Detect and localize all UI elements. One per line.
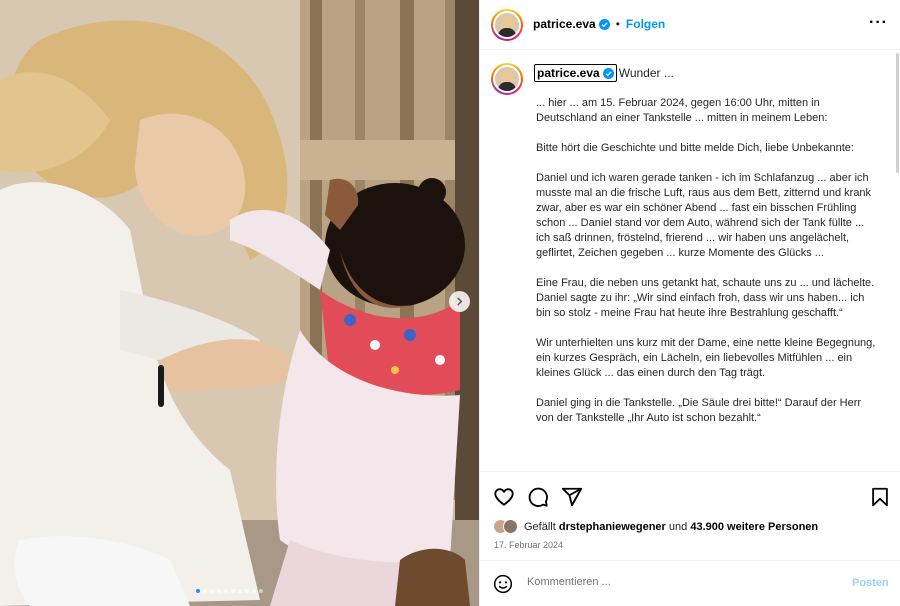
chevron-right-icon: [457, 297, 463, 306]
verified-icon: [598, 18, 610, 30]
liker-avatar: [503, 519, 518, 534]
share-icon[interactable]: [561, 486, 583, 508]
caption-scrollbar[interactable]: [896, 53, 899, 173]
carousel-dot: [224, 589, 228, 593]
caption-paragraph: Daniel und ich waren gerade tanken - ich…: [536, 172, 872, 259]
caption-paragraph: ... hier ... am 15. Februar 2024, gegen …: [536, 97, 828, 124]
likes-count[interactable]: 43.900 weitere Personen: [690, 521, 818, 533]
author-info: patrice.eva • Folgen: [533, 17, 665, 31]
caption-paragraph: Wir unterhielten uns kurz mit der Dame, …: [536, 337, 876, 379]
carousel-dot: [231, 589, 235, 593]
likes-middle: und: [668, 520, 688, 533]
carousel-dot: [252, 589, 256, 593]
caption-paragraph: Bitte hört die Geschichte und bitte meld…: [536, 142, 854, 154]
carousel-dot: [210, 589, 214, 593]
bookmark-icon[interactable]: [869, 486, 891, 508]
heart-icon[interactable]: [493, 486, 515, 508]
caption-header: patrice.eva Wunder ...: [534, 64, 674, 82]
post-comment-button[interactable]: Posten: [852, 577, 889, 589]
likes-summary[interactable]: Gefällt drstephaniewegener und 43.900 we…: [493, 519, 818, 534]
caption-author-username: patrice.eva: [537, 66, 600, 80]
caption-paragraph: Daniel ging in die Tankstelle. „Die Säul…: [536, 397, 862, 424]
post-header: patrice.eva • Folgen ···: [480, 0, 900, 50]
carousel-dot: [259, 589, 263, 593]
emoji-icon[interactable]: [493, 574, 513, 594]
carousel-dot: [203, 589, 207, 593]
post-date[interactable]: 17. Februar 2024: [494, 540, 563, 550]
carousel-next-button[interactable]: [449, 291, 470, 312]
caption-paragraph: Eine Frau, die neben uns getankt hat, sc…: [536, 277, 875, 319]
carousel-dot: [238, 589, 242, 593]
verified-icon: [602, 67, 614, 79]
liker-avatars: [493, 519, 518, 534]
author-avatar[interactable]: [491, 9, 523, 41]
comment-bar: Posten: [480, 560, 900, 606]
comment-input[interactable]: [527, 576, 827, 588]
carousel-dot: [245, 589, 249, 593]
caption-text: ... hier ... am 15. Februar 2024, gegen …: [536, 96, 876, 426]
likes-user[interactable]: drstephaniewegener: [559, 521, 666, 533]
post-side-panel: patrice.eva • Folgen ··· patrice.eva Wun…: [479, 0, 900, 606]
caption-title: Wunder ...: [618, 66, 674, 80]
carousel-dot: [196, 589, 200, 593]
likes-prefix: Gefällt: [524, 520, 556, 533]
caption-area[interactable]: patrice.eva Wunder ... ... hier ... am 1…: [480, 51, 900, 471]
carousel-dot: [217, 589, 221, 593]
caption-author-avatar[interactable]: [491, 63, 523, 95]
comment-icon[interactable]: [527, 486, 549, 508]
post-photo[interactable]: [0, 0, 479, 606]
caption-author-link[interactable]: patrice.eva: [534, 64, 617, 82]
photo-scene: [0, 0, 479, 606]
more-options-icon[interactable]: ···: [869, 15, 888, 31]
follow-button[interactable]: Folgen: [626, 17, 665, 31]
author-username[interactable]: patrice.eva: [533, 17, 596, 31]
separator: •: [615, 17, 620, 31]
carousel-indicator: [196, 589, 263, 593]
